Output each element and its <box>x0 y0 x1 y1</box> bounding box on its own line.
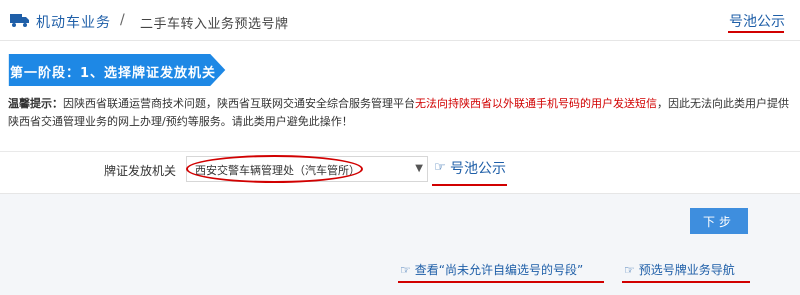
next-step-button[interactable]: 下步 <box>690 208 748 234</box>
main-section: 第一阶段：1、选择牌证发放机关 温馨提示：因陕西省联通运营商技术问题，陕西省互联… <box>0 41 800 295</box>
breadcrumb-separator: / <box>120 12 125 28</box>
notice-emphasis: 无法向持陕西省以外联通手机号码的用户发送短信 <box>415 97 657 110</box>
annotation-underline-guide <box>622 281 750 283</box>
action-panel: 下步 ☞ 查看“尚未允许自编选号的号段” ☞ 预选号牌业务导航 <box>0 193 800 295</box>
annotation-ellipse <box>186 155 363 183</box>
number-pool-link-top[interactable]: 号池公示 <box>729 11 785 31</box>
hand-pointer-icon: ☞ <box>400 263 411 277</box>
stage-title: 第一阶段：1、选择牌证发放机关 <box>10 66 217 81</box>
truck-icon <box>10 14 29 27</box>
hand-pointer-icon: ☞ <box>434 160 446 175</box>
chevron-down-icon: ▼ <box>415 163 423 174</box>
number-pool-link[interactable]: 号池公示 <box>450 158 506 178</box>
annotation-underline-top <box>728 31 784 33</box>
breadcrumb-main[interactable]: 机动车业务 <box>36 12 111 32</box>
hand-pointer-icon: ☞ <box>624 263 635 277</box>
top-bar: 机动车业务 / 二手车转入业务预选号牌 号池公示 <box>0 0 800 41</box>
notice: 温馨提示：因陕西省联通运营商技术问题，陕西省互联网交通安全综合服务管理平台无法向… <box>8 95 798 131</box>
issuing-authority-label: 牌证发放机关 <box>104 164 177 178</box>
view-restricted-segments-link[interactable]: ☞ 查看“尚未允许自编选号的号段” <box>400 261 583 278</box>
plate-business-guide-link[interactable]: ☞ 预选号牌业务导航 <box>624 261 735 278</box>
notice-text-1: 因陕西省联通运营商技术问题，陕西省互联网交通安全综合服务管理平台 <box>63 97 415 110</box>
view-restricted-segments-label: 查看“尚未允许自编选号的号段” <box>414 263 584 277</box>
plate-business-guide-label: 预选号牌业务导航 <box>638 263 735 277</box>
notice-label: 温馨提示： <box>8 97 63 110</box>
annotation-underline-mid <box>432 184 507 186</box>
breadcrumb-current: 二手车转入业务预选号牌 <box>140 17 289 32</box>
annotation-underline-view <box>398 281 604 283</box>
